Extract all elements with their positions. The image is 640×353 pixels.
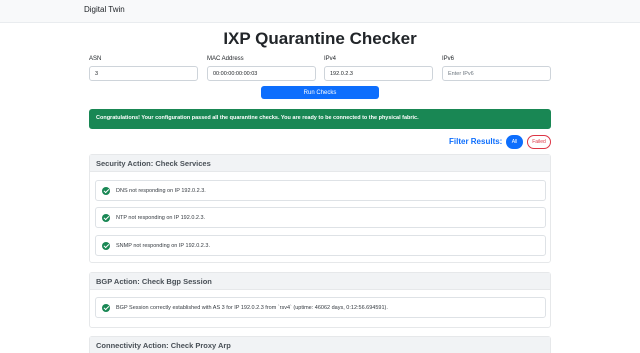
check-message: BGP Session correctly established with A… [116, 305, 388, 311]
section-header: BGP Action: Check Bgp Session [90, 273, 550, 290]
check-item-ntp: NTP not responding on IP 192.0.2.3. [95, 207, 546, 228]
check-message: SNMP not responding on IP 192.0.2.3. [116, 243, 210, 249]
section-security-check-services: Security Action: Check Services DNS not … [89, 154, 551, 263]
asn-label: ASN [89, 56, 102, 62]
section-header: Connectivity Action: Check Proxy Arp [90, 337, 550, 353]
check-circle-icon [102, 187, 110, 195]
success-alert: Congratulations! Your configuration pass… [89, 109, 551, 129]
run-checks-button[interactable]: Run Checks [261, 86, 379, 99]
asn-input[interactable] [89, 66, 198, 81]
mac-address-input[interactable] [207, 66, 316, 81]
check-item-dns: DNS not responding on IP 192.0.2.3. [95, 180, 546, 201]
navbar: Digital Twin [0, 0, 640, 23]
section-bgp-check-session: BGP Action: Check Bgp Session BGP Sessio… [89, 272, 551, 328]
check-circle-icon [102, 304, 110, 312]
filter-failed-button[interactable]: Failed [527, 135, 551, 149]
filter-results-label: Filter Results: [449, 137, 503, 146]
check-message: NTP not responding on IP 192.0.2.3. [116, 215, 206, 221]
check-message: DNS not responding on IP 192.0.2.3. [116, 188, 206, 194]
section-connectivity-check-proxy-arp: Connectivity Action: Check Proxy Arp [89, 336, 551, 353]
section-header: Security Action: Check Services [90, 155, 550, 172]
check-circle-icon [102, 214, 110, 222]
ipv6-label: IPv6 [442, 56, 455, 62]
check-circle-icon [102, 242, 110, 250]
check-item-bgp-session: BGP Session correctly established with A… [95, 297, 546, 318]
mac-address-label: MAC Address [207, 56, 244, 62]
navbar-brand[interactable]: Digital Twin [84, 5, 125, 14]
ipv4-input[interactable] [324, 66, 433, 81]
check-item-snmp: SNMP not responding on IP 192.0.2.3. [95, 235, 546, 256]
ipv4-label: IPv4 [324, 56, 337, 62]
ipv6-input[interactable] [442, 66, 551, 81]
filter-all-button[interactable]: All [506, 135, 523, 149]
page-title: IXP Quarantine Checker [223, 29, 417, 48]
